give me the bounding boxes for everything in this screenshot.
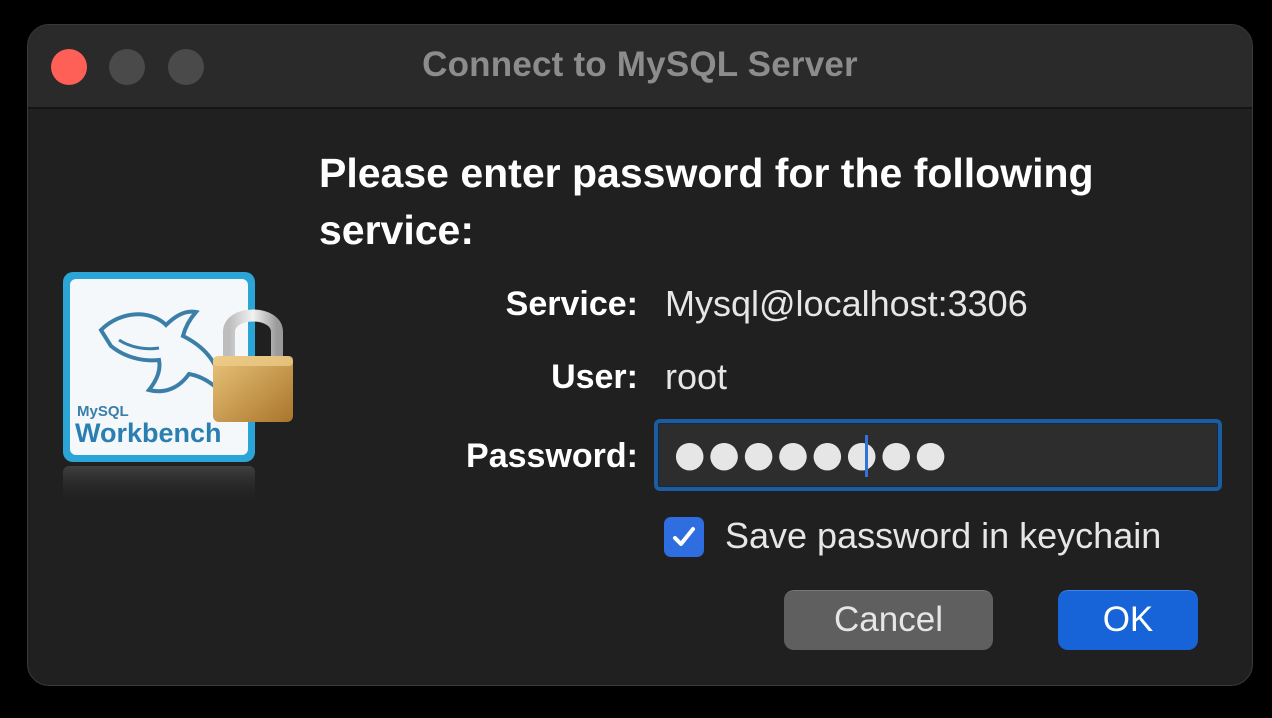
mysql-workbench-lock-icon: MySQL Workbench	[61, 270, 297, 540]
password-label: Password:	[466, 437, 638, 475]
password-input[interactable]: ●●●●●●●●	[654, 419, 1222, 491]
save-password-label[interactable]: Save password in keychain	[725, 515, 1161, 557]
dialog-heading: Please enter password for the following …	[319, 150, 1094, 253]
ok-button[interactable]: OK	[1058, 590, 1198, 650]
text-caret	[865, 435, 868, 477]
user-value: root	[665, 356, 728, 397]
service-value: Mysql@localhost:3306	[665, 283, 1028, 324]
window-title: Connect to MySQL Server	[422, 45, 858, 84]
password-masked-value: ●●●●●●●●	[674, 434, 950, 475]
logo-brand-large: Workbench	[75, 418, 222, 448]
service-label: Service:	[505, 285, 638, 323]
user-label: User:	[551, 358, 638, 396]
save-password-checkbox[interactable]	[664, 517, 704, 557]
cancel-button[interactable]: Cancel	[784, 590, 993, 650]
checkmark-icon	[673, 527, 695, 546]
title-bar[interactable]: Connect to MySQL Server	[28, 25, 1252, 109]
dialog-window: Connect to MySQL Server MySQL Workbench …	[27, 24, 1253, 686]
